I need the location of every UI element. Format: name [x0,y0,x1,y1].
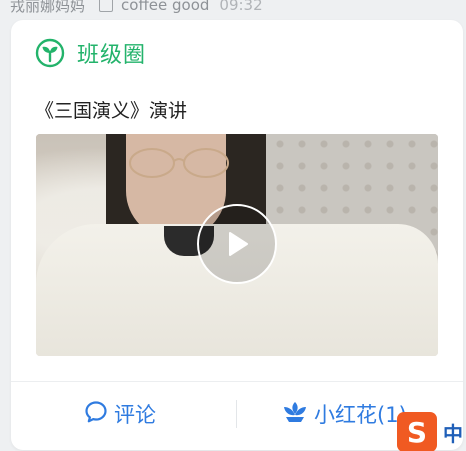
sprout-icon [35,38,65,68]
card-header[interactable]: 班级圈 [35,37,146,69]
section-title: 班级圈 [77,43,147,68]
screen: 戎丽娜妈妈 coffee good 09:32 班级圈 《三国演义》演讲 评论 … [0,0,466,451]
comment-label: 评论 [114,403,156,427]
action-separator [236,400,237,428]
red-flower-button[interactable]: 小红花(1) [282,397,407,431]
play-icon[interactable] [197,204,277,284]
speech-bubble-icon [84,400,108,429]
video-thumbnail[interactable] [36,134,438,356]
author-status: coffee good [121,0,210,14]
post-time: 09:32 [219,0,263,14]
red-flower-label: 小红花(1) [314,403,407,427]
previous-post-meta: 戎丽娜妈妈 coffee good 09:32 [10,0,263,16]
author-name[interactable]: 戎丽娜妈妈 [10,0,85,16]
comment-button[interactable]: 评论 [84,397,156,431]
card-actions: 评论 小红花(1) [11,382,463,450]
ime-toolbar[interactable]: S 中 [397,412,463,451]
lotus-flower-icon [282,400,308,429]
class-circle-card: 班级圈 《三国演义》演讲 评论 小红花(1) [11,20,463,450]
ime-mode-label[interactable]: 中 [443,418,463,447]
glasses-shape [129,148,229,178]
post-text: 《三国演义》演讲 [35,100,188,122]
sogou-logo-icon[interactable]: S [397,412,437,451]
cup-icon [99,0,114,12]
